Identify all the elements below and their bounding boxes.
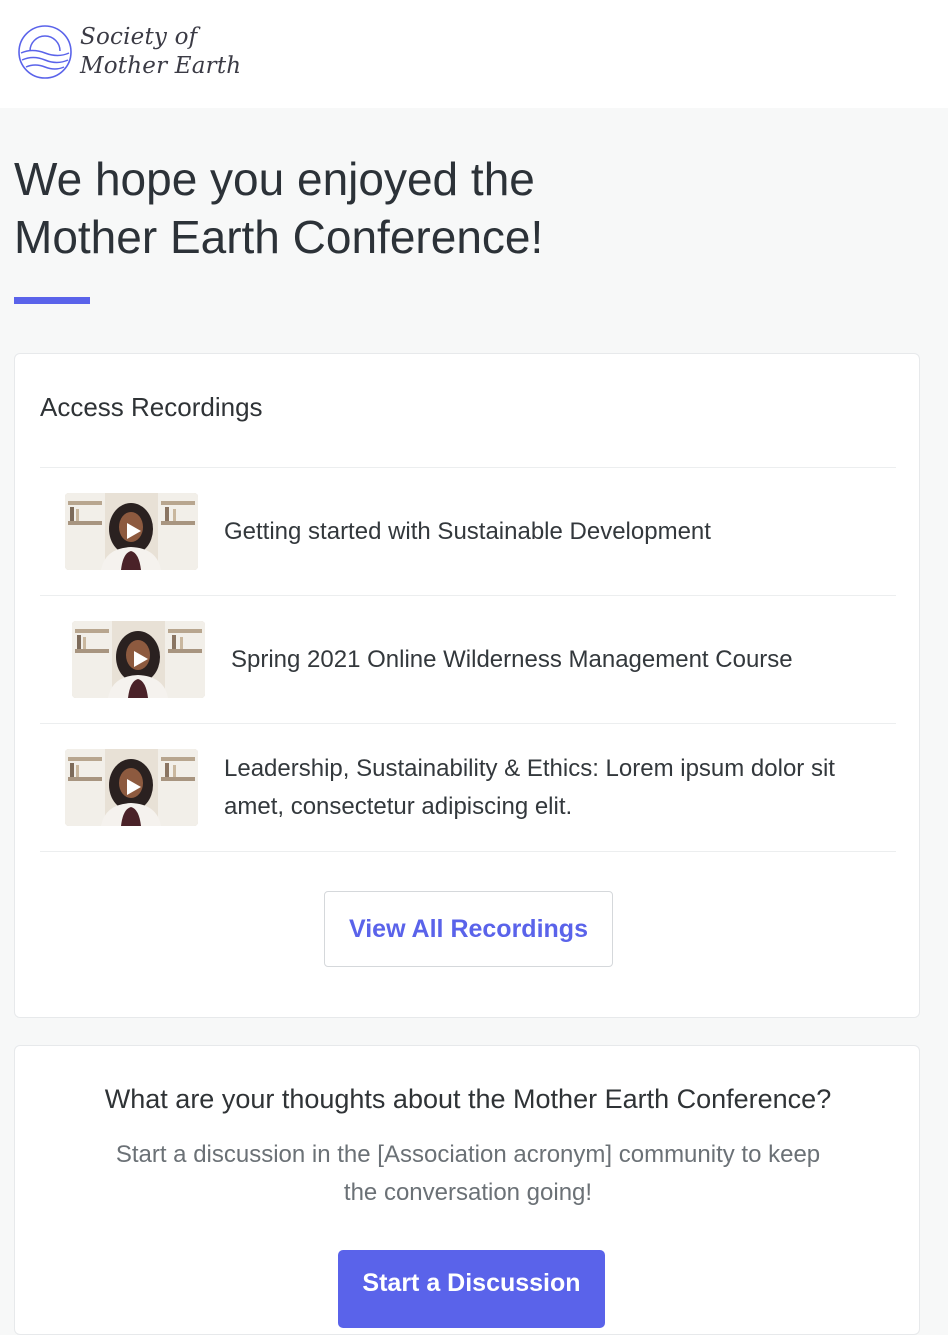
start-discussion-button[interactable]: Start a Discussion [338,1250,605,1328]
headline-line-1: We hope you enjoyed the [14,153,535,205]
recording-title[interactable]: Leadership, Sustainability & Ethics: Lor… [224,750,835,826]
discussion-card: What are your thoughts about the Mother … [14,1045,920,1335]
recordings-card: Access Recordings Getting started with S… [14,353,920,1018]
recording-thumbnail[interactable] [72,621,205,698]
header-bar: Society of Mother Earth [0,0,948,108]
discussion-title: What are your thoughts about the Mother … [104,1084,832,1114]
recording-item[interactable]: Spring 2021 Online Wilderness Management… [40,596,896,724]
recording-thumbnail[interactable] [65,749,198,826]
page-headline: We hope you enjoyed the Mother Earth Con… [14,150,714,266]
video-play-icon [65,493,198,570]
video-play-icon [72,621,205,698]
headline-line-2: Mother Earth Conference! [14,211,544,263]
recording-title-line-1: Leadership, Sustainability & Ethics: Lor… [224,754,835,782]
discussion-subtitle: Start a discussion in the [Association a… [78,1136,858,1212]
recordings-title: Access Recordings [40,392,263,422]
recording-item[interactable]: Leadership, Sustainability & Ethics: Lor… [40,724,896,852]
video-play-icon [65,749,198,826]
recordings-list: Getting started with Sustainable Develop… [40,467,896,852]
sun-over-waves-icon [18,25,72,79]
discussion-subtitle-line-1: Start a discussion in the [Association a… [115,1141,821,1168]
recording-thumbnail[interactable] [65,493,198,570]
society-logo[interactable]: Society of Mother Earth [16,20,241,84]
view-all-recordings-button[interactable]: View All Recordings [324,891,613,967]
logo-line-2: Mother Earth [80,53,242,79]
accent-divider [14,297,90,304]
recording-item[interactable]: Getting started with Sustainable Develop… [40,468,896,596]
recording-title-line-2: amet, consectetur adipiscing elit. [224,792,573,820]
recording-title[interactable]: Spring 2021 Online Wilderness Management… [231,641,793,679]
recording-title[interactable]: Getting started with Sustainable Develop… [224,513,711,551]
discussion-subtitle-line-2: the conversation going! [343,1179,593,1206]
logo-line-1: Society of [80,24,198,50]
logo-wordmark: Society of Mother Earth [80,23,241,81]
